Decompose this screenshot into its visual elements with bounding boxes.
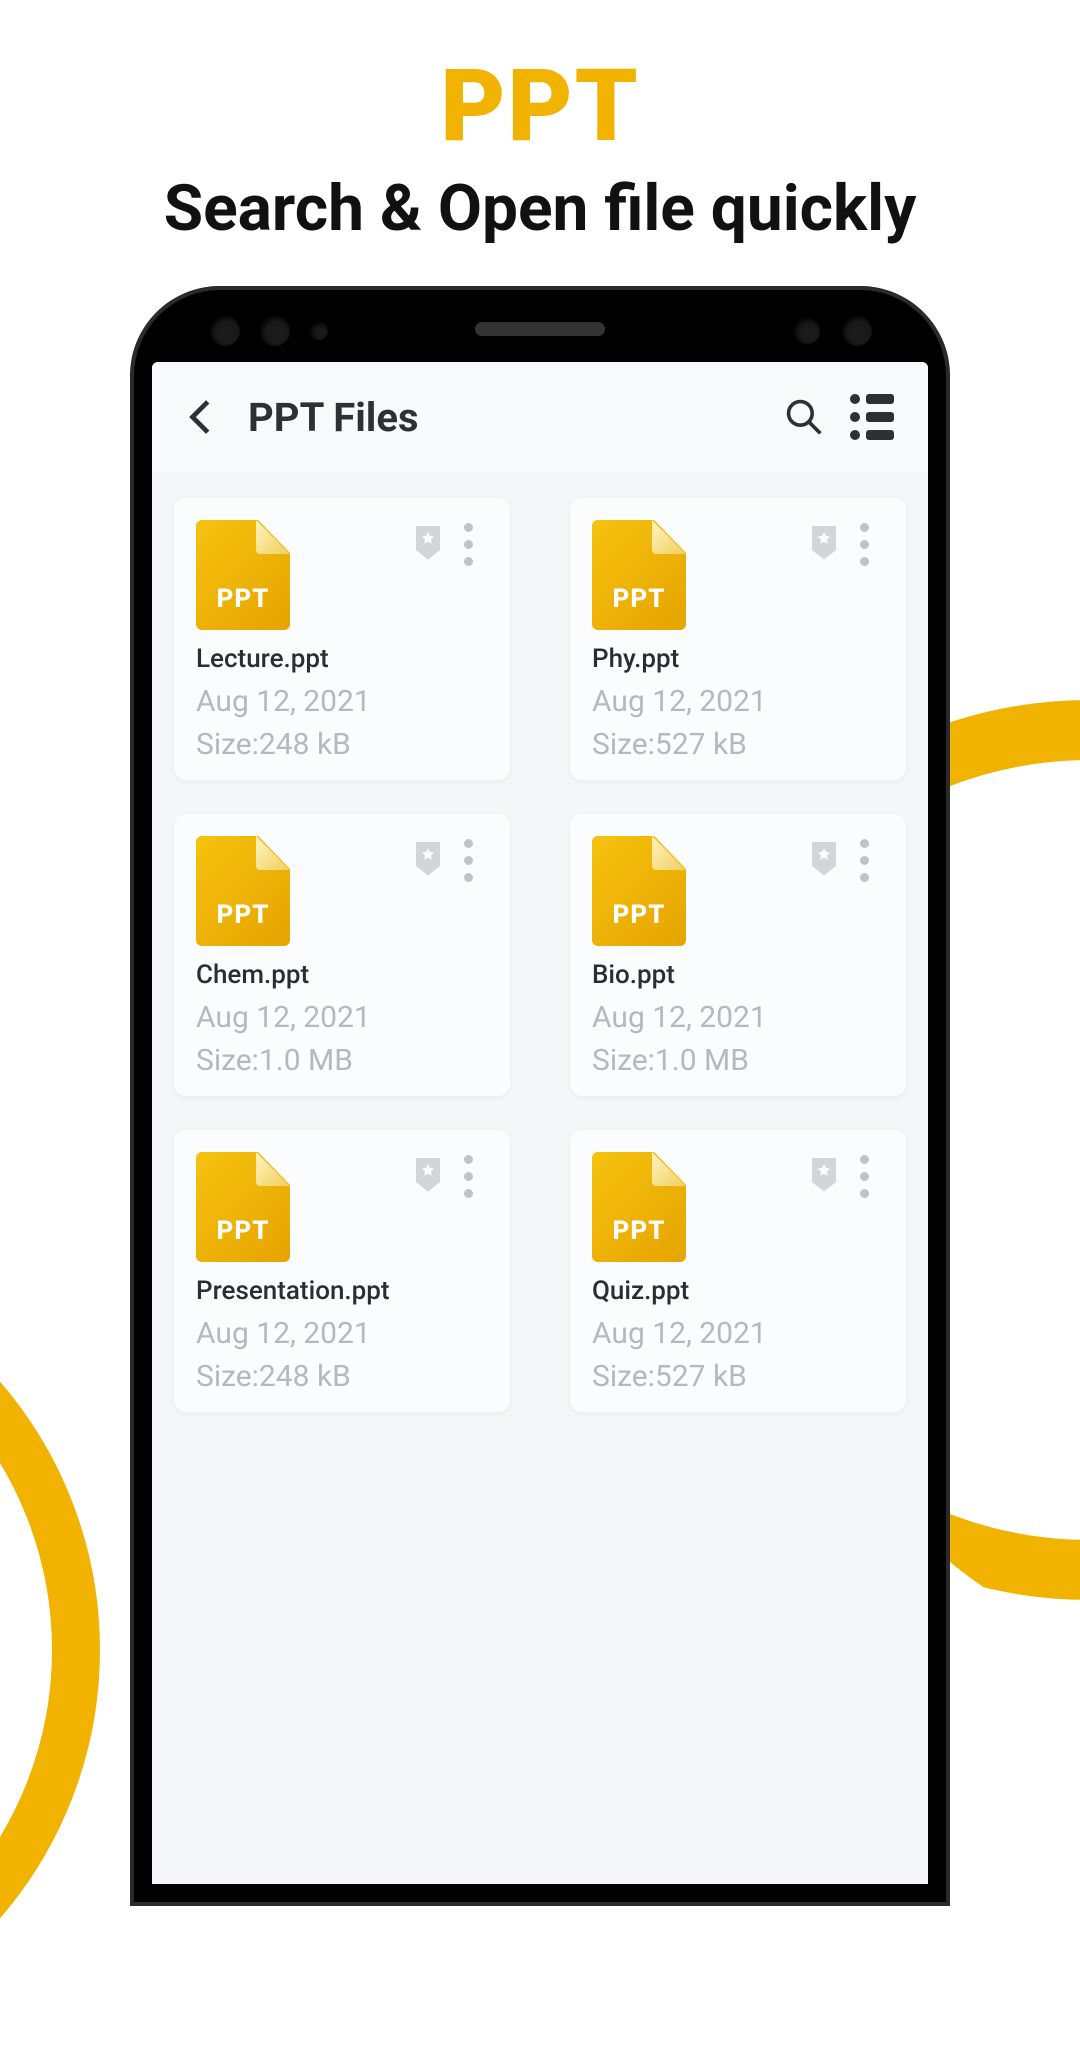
more-vertical-icon — [464, 873, 473, 882]
more-vertical-icon — [464, 1155, 473, 1164]
more-options-button[interactable] — [844, 836, 884, 884]
file-date: Aug 12, 2021 — [196, 1000, 488, 1035]
promo-title: PPT — [0, 48, 1080, 165]
file-size: Size:527 kB — [592, 1359, 884, 1394]
more-vertical-icon — [860, 1172, 869, 1181]
file-card[interactable]: PPT Chem.ppt Aug 12, 2021 Size:1.0 MB — [174, 814, 510, 1096]
file-name: Chem.ppt — [196, 960, 488, 990]
more-options-button[interactable] — [448, 836, 488, 884]
more-vertical-icon — [860, 540, 869, 549]
more-vertical-icon — [860, 839, 869, 848]
app-screen: PPT Files PPT — [152, 362, 928, 1884]
shield-star-icon — [413, 842, 443, 878]
phone-sensor — [842, 316, 872, 346]
promo-heading: PPT Search & Open file quickly — [0, 0, 1080, 246]
file-size: Size:1.0 MB — [592, 1043, 884, 1078]
ppt-file-icon: PPT — [592, 836, 686, 946]
phone-frame: PPT Files PPT — [130, 286, 950, 1906]
favorite-badge-button[interactable] — [804, 1152, 844, 1200]
more-options-button[interactable] — [844, 520, 884, 568]
more-vertical-icon — [860, 557, 869, 566]
favorite-badge-button[interactable] — [804, 520, 844, 568]
more-options-button[interactable] — [448, 520, 488, 568]
phone-sensor — [310, 322, 328, 340]
file-name: Phy.ppt — [592, 644, 884, 674]
file-size: Size:1.0 MB — [196, 1043, 488, 1078]
file-date: Aug 12, 2021 — [196, 1316, 488, 1351]
list-view-toggle-button[interactable] — [850, 389, 906, 445]
search-icon — [784, 397, 824, 437]
more-vertical-icon — [464, 540, 473, 549]
back-button[interactable] — [174, 389, 230, 445]
phone-speaker — [475, 322, 605, 336]
file-icon-label: PPT — [196, 1216, 290, 1246]
file-card[interactable]: PPT Presentation.ppt Aug 12, 2021 Size:2… — [174, 1130, 510, 1412]
file-date: Aug 12, 2021 — [592, 1000, 884, 1035]
shield-star-icon — [413, 1158, 443, 1194]
file-icon-label: PPT — [592, 900, 686, 930]
file-card[interactable]: PPT Quiz.ppt Aug 12, 2021 Size:527 kB — [570, 1130, 906, 1412]
list-icon — [850, 412, 894, 422]
file-size: Size:248 kB — [196, 1359, 488, 1394]
more-vertical-icon — [860, 856, 869, 865]
promo-subtitle: Search & Open file quickly — [0, 171, 1080, 246]
favorite-badge-button[interactable] — [408, 836, 448, 884]
file-icon-label: PPT — [592, 1216, 686, 1246]
ppt-file-icon: PPT — [196, 836, 290, 946]
more-vertical-icon — [860, 873, 869, 882]
more-vertical-icon — [464, 839, 473, 848]
phone-top-bezel — [152, 308, 928, 362]
more-options-button[interactable] — [448, 1152, 488, 1200]
file-card[interactable]: PPT Bio.ppt Aug 12, 2021 Size:1.0 MB — [570, 814, 906, 1096]
file-name: Quiz.ppt — [592, 1276, 884, 1306]
chevron-left-icon — [183, 398, 221, 436]
file-icon-label: PPT — [196, 584, 290, 614]
file-card[interactable]: PPT Lecture.ppt Aug 12, 2021 Size:248 kB — [174, 498, 510, 780]
file-name: Bio.ppt — [592, 960, 884, 990]
more-options-button[interactable] — [844, 1152, 884, 1200]
decorative-arc — [0, 1240, 100, 2060]
app-header: PPT Files — [152, 362, 928, 472]
file-name: Presentation.ppt — [196, 1276, 488, 1306]
file-date: Aug 12, 2021 — [592, 684, 884, 719]
favorite-badge-button[interactable] — [804, 836, 844, 884]
ppt-file-icon: PPT — [592, 1152, 686, 1262]
phone-sensor — [210, 316, 240, 346]
page-title: PPT Files — [248, 394, 419, 441]
file-grid: PPT Lecture.ppt Aug 12, 2021 Size:248 kB… — [152, 472, 928, 1438]
file-icon-label: PPT — [592, 584, 686, 614]
more-vertical-icon — [860, 1155, 869, 1164]
shield-star-icon — [809, 526, 839, 562]
list-icon — [850, 430, 894, 440]
more-vertical-icon — [464, 557, 473, 566]
file-size: Size:248 kB — [196, 727, 488, 762]
file-size: Size:527 kB — [592, 727, 884, 762]
file-icon-label: PPT — [196, 900, 290, 930]
ppt-file-icon: PPT — [592, 520, 686, 630]
favorite-badge-button[interactable] — [408, 1152, 448, 1200]
shield-star-icon — [809, 1158, 839, 1194]
more-vertical-icon — [464, 1189, 473, 1198]
shield-star-icon — [413, 526, 443, 562]
list-icon — [850, 394, 894, 404]
phone-sensor — [794, 318, 820, 344]
file-card[interactable]: PPT Phy.ppt Aug 12, 2021 Size:527 kB — [570, 498, 906, 780]
more-vertical-icon — [860, 523, 869, 532]
ppt-file-icon: PPT — [196, 1152, 290, 1262]
phone-sensor — [260, 316, 290, 346]
shield-star-icon — [809, 842, 839, 878]
more-vertical-icon — [464, 523, 473, 532]
file-name: Lecture.ppt — [196, 644, 488, 674]
file-date: Aug 12, 2021 — [196, 684, 488, 719]
favorite-badge-button[interactable] — [408, 520, 448, 568]
ppt-file-icon: PPT — [196, 520, 290, 630]
more-vertical-icon — [464, 1172, 473, 1181]
file-date: Aug 12, 2021 — [592, 1316, 884, 1351]
search-button[interactable] — [776, 389, 832, 445]
more-vertical-icon — [464, 856, 473, 865]
more-vertical-icon — [860, 1189, 869, 1198]
